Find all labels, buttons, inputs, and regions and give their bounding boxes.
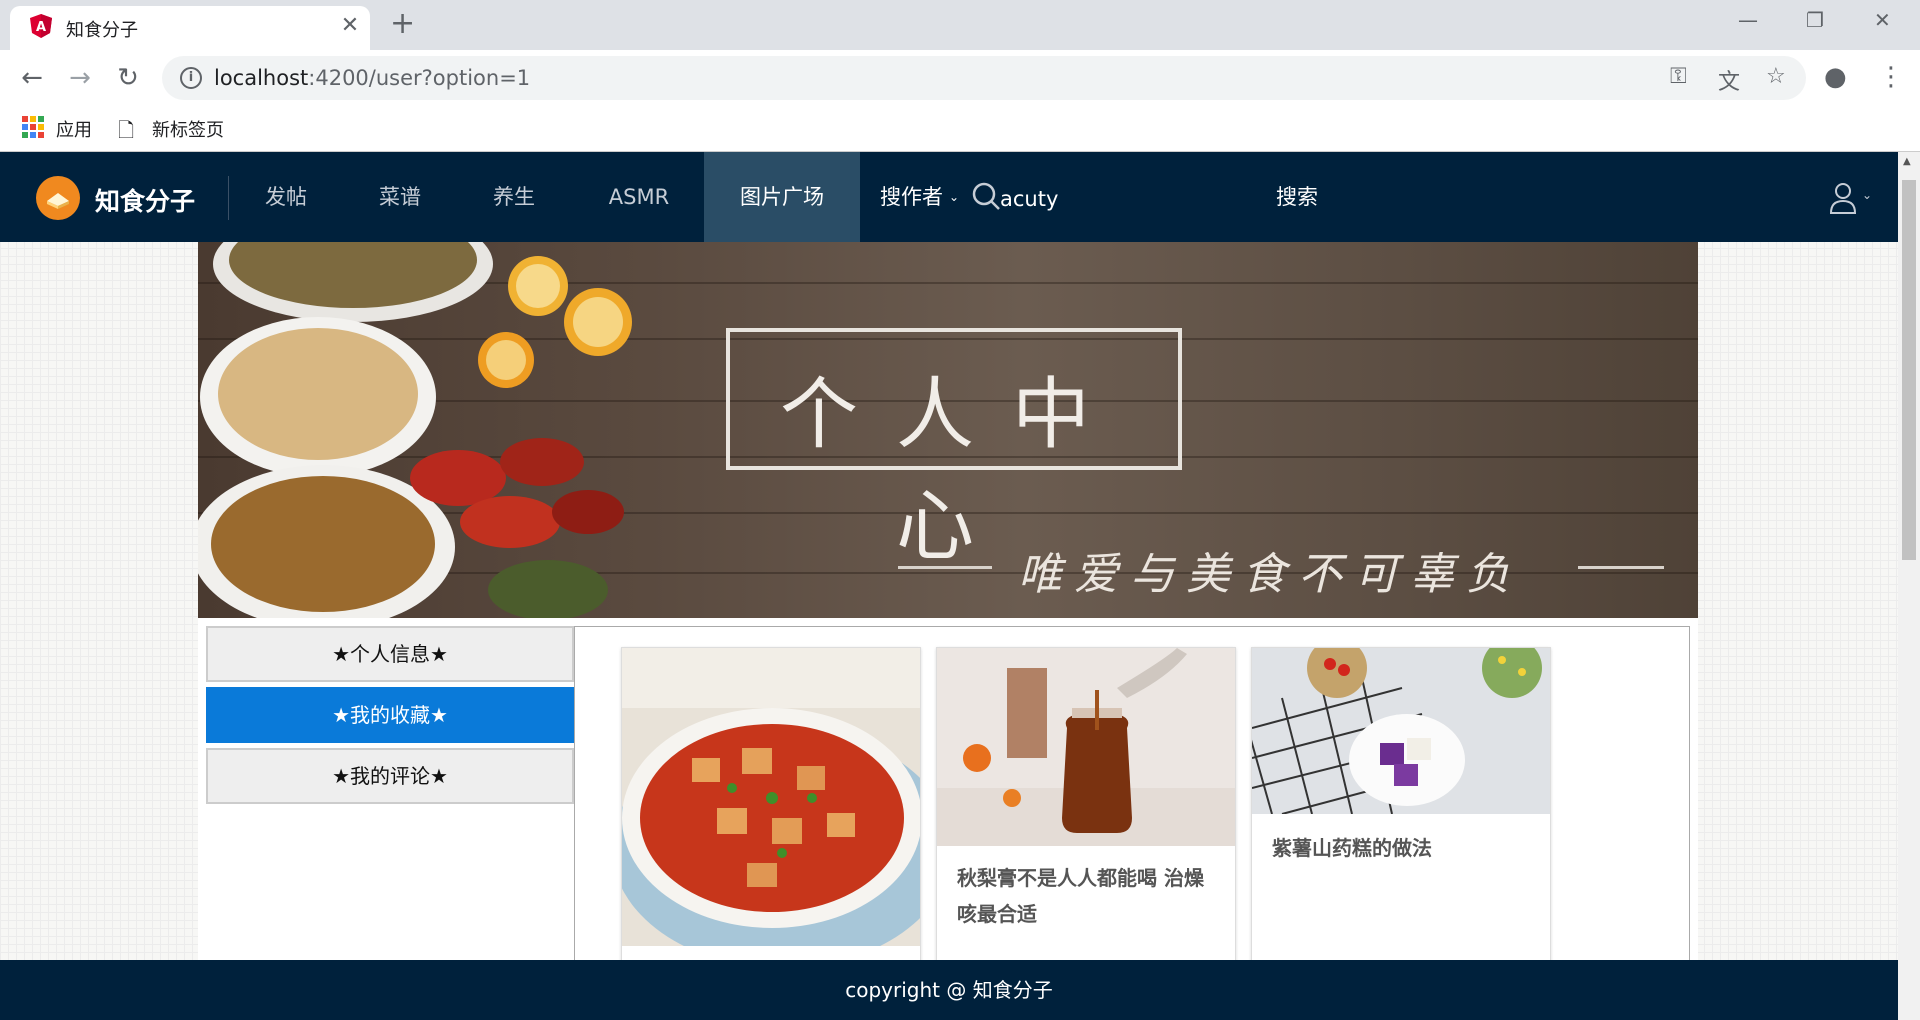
restore-icon[interactable]: ❐ (1806, 8, 1824, 32)
site-info-icon[interactable]: i (180, 67, 202, 89)
purple-yam-cake-image (1252, 648, 1550, 814)
apps-grid-icon[interactable] (22, 116, 44, 138)
banner-slogan: 唯爱与美食不可辜负 (1018, 549, 1522, 600)
nav-health[interactable]: 养生 (492, 152, 536, 242)
menu-my-comments-button[interactable]: ★我的评论★ (206, 748, 574, 804)
banner-divider-right (1578, 566, 1664, 569)
address-bar[interactable]: i localhost:4200/user?option=1 ⚿ 文 ☆ (162, 56, 1806, 100)
address-toolbar: ← → ↻ i localhost:4200/user?option=1 ⚿ 文… (0, 50, 1920, 106)
chrome-menu-icon[interactable]: ⋮ (1878, 62, 1904, 92)
forward-arrow-icon[interactable]: → (62, 60, 98, 96)
user-chevron-down-icon[interactable]: ⌄ (1862, 188, 1872, 202)
new-tab-icon[interactable]: + (390, 8, 415, 40)
angular-favicon-icon: A (30, 14, 52, 38)
minimize-icon[interactable]: — (1738, 8, 1758, 32)
page-icon: 🗋 (118, 118, 135, 142)
back-arrow-icon[interactable]: ← (14, 60, 50, 96)
bookmark-apps[interactable]: 应用 (56, 116, 92, 142)
brand-name[interactable]: 知食分子 (95, 182, 195, 218)
card-title[interactable]: 秋梨膏不是人人都能喝 治燥咳最合适 (957, 860, 1217, 932)
page-scrollbar[interactable]: ▲ (1898, 152, 1920, 1020)
nav-asmr[interactable]: ASMR (604, 152, 674, 242)
profile-side-menu: ★个人信息★ ★我的收藏★ ★我的评论★ (206, 626, 574, 809)
search-type-dropdown[interactable]: 搜作者 (880, 152, 950, 242)
scroll-up-icon[interactable]: ▲ (1903, 156, 1911, 167)
key-icon[interactable]: ⚿ (1670, 64, 1687, 89)
web-page: 知食分子 发帖 菜谱 养生 ASMR 图片广场 搜作者 ⌄ 搜索 ⌄ (0, 152, 1898, 1020)
nav-recipes[interactable]: 菜谱 (378, 152, 422, 242)
search-icon (972, 182, 1000, 210)
mapo-tofu-image (622, 648, 920, 946)
url-text[interactable]: localhost:4200/user?option=1 (214, 66, 530, 90)
brand-logo-icon[interactable] (36, 176, 80, 220)
window-close-icon[interactable]: ✕ (1874, 8, 1891, 32)
translate-icon[interactable]: 文 (1718, 64, 1740, 96)
nav-post[interactable]: 发帖 (264, 152, 308, 242)
site-footer: copyright @ 知食分子 (0, 960, 1898, 1020)
site-navbar: 知食分子 发帖 菜谱 养生 ASMR 图片广场 搜作者 ⌄ 搜索 ⌄ (0, 152, 1898, 242)
banner-title-frame: 个人中心 (726, 328, 1182, 572)
chevron-down-icon[interactable]: ⌄ (948, 152, 960, 242)
bookmark-new-tab[interactable]: 新标签页 (152, 116, 224, 142)
search-input[interactable] (1000, 184, 1240, 214)
profile-icon[interactable]: ● (1824, 62, 1847, 92)
browser-tab-strip: A 知食分子 ✕ + — ❐ ✕ (0, 0, 1920, 50)
food-bowls-illustration (198, 242, 632, 618)
scrollbar-thumb[interactable] (1902, 180, 1916, 560)
menu-personal-info-button[interactable]: ★个人信息★ (206, 626, 574, 682)
nav-divider (228, 176, 229, 220)
user-icon[interactable] (1828, 182, 1858, 214)
card-title[interactable]: 紫薯山药糕的做法 (1272, 830, 1532, 866)
bookmark-star-icon[interactable]: ☆ (1766, 64, 1786, 89)
tab-title: 知食分子 (66, 20, 138, 41)
search-button[interactable]: 搜索 (1276, 152, 1318, 242)
reload-icon[interactable]: ↻ (110, 60, 146, 96)
nav-image-square[interactable]: 图片广场 (704, 152, 860, 242)
pear-syrup-image (937, 648, 1235, 846)
bookmarks-bar: 应用 🗋 新标签页 (0, 106, 1920, 152)
profile-banner: 个人中心 唯爱与美食不可辜负 (198, 242, 1698, 618)
tab-close-icon[interactable]: ✕ (336, 12, 364, 40)
menu-my-favorites-button[interactable]: ★我的收藏★ (206, 687, 574, 743)
svg-text:A: A (36, 20, 46, 35)
browser-tab[interactable]: A 知食分子 ✕ (10, 6, 370, 50)
banner-divider-left (898, 566, 992, 569)
